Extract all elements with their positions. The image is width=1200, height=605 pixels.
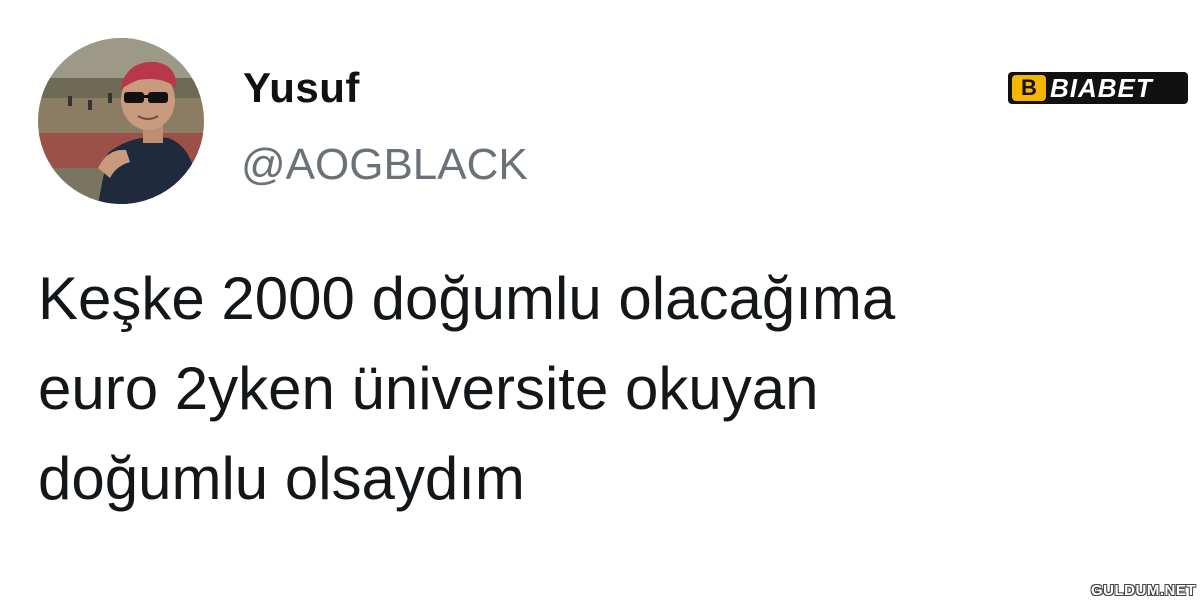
tweet-text-line: Keşke 2000 doğumlu olacağıma (38, 265, 896, 332)
tweet-text: Keşke 2000 doğumlu olacağıma euro 2yken … (38, 254, 1158, 524)
watermark: GULDUM.NET (1091, 582, 1196, 599)
tweet-screenshot: Yusuf @AOGBLACK Keşke 2000 doğumlu olaca… (0, 0, 1200, 605)
tweet-text-line: euro 2yken üniversite okuyan (38, 355, 819, 422)
tweet-header: Yusuf @AOGBLACK (38, 38, 938, 208)
brand-mark-icon: B (1012, 75, 1046, 101)
brand-logo-text: BIABET (1050, 72, 1153, 103)
tweet-text-line: doğumlu olsaydım (38, 445, 525, 512)
display-name[interactable]: Yusuf (243, 64, 360, 112)
user-handle[interactable]: @AOGBLACK (241, 140, 528, 190)
avatar-photo (38, 38, 204, 204)
brand-logo: B BIABET (1008, 72, 1188, 104)
avatar[interactable] (38, 38, 204, 204)
